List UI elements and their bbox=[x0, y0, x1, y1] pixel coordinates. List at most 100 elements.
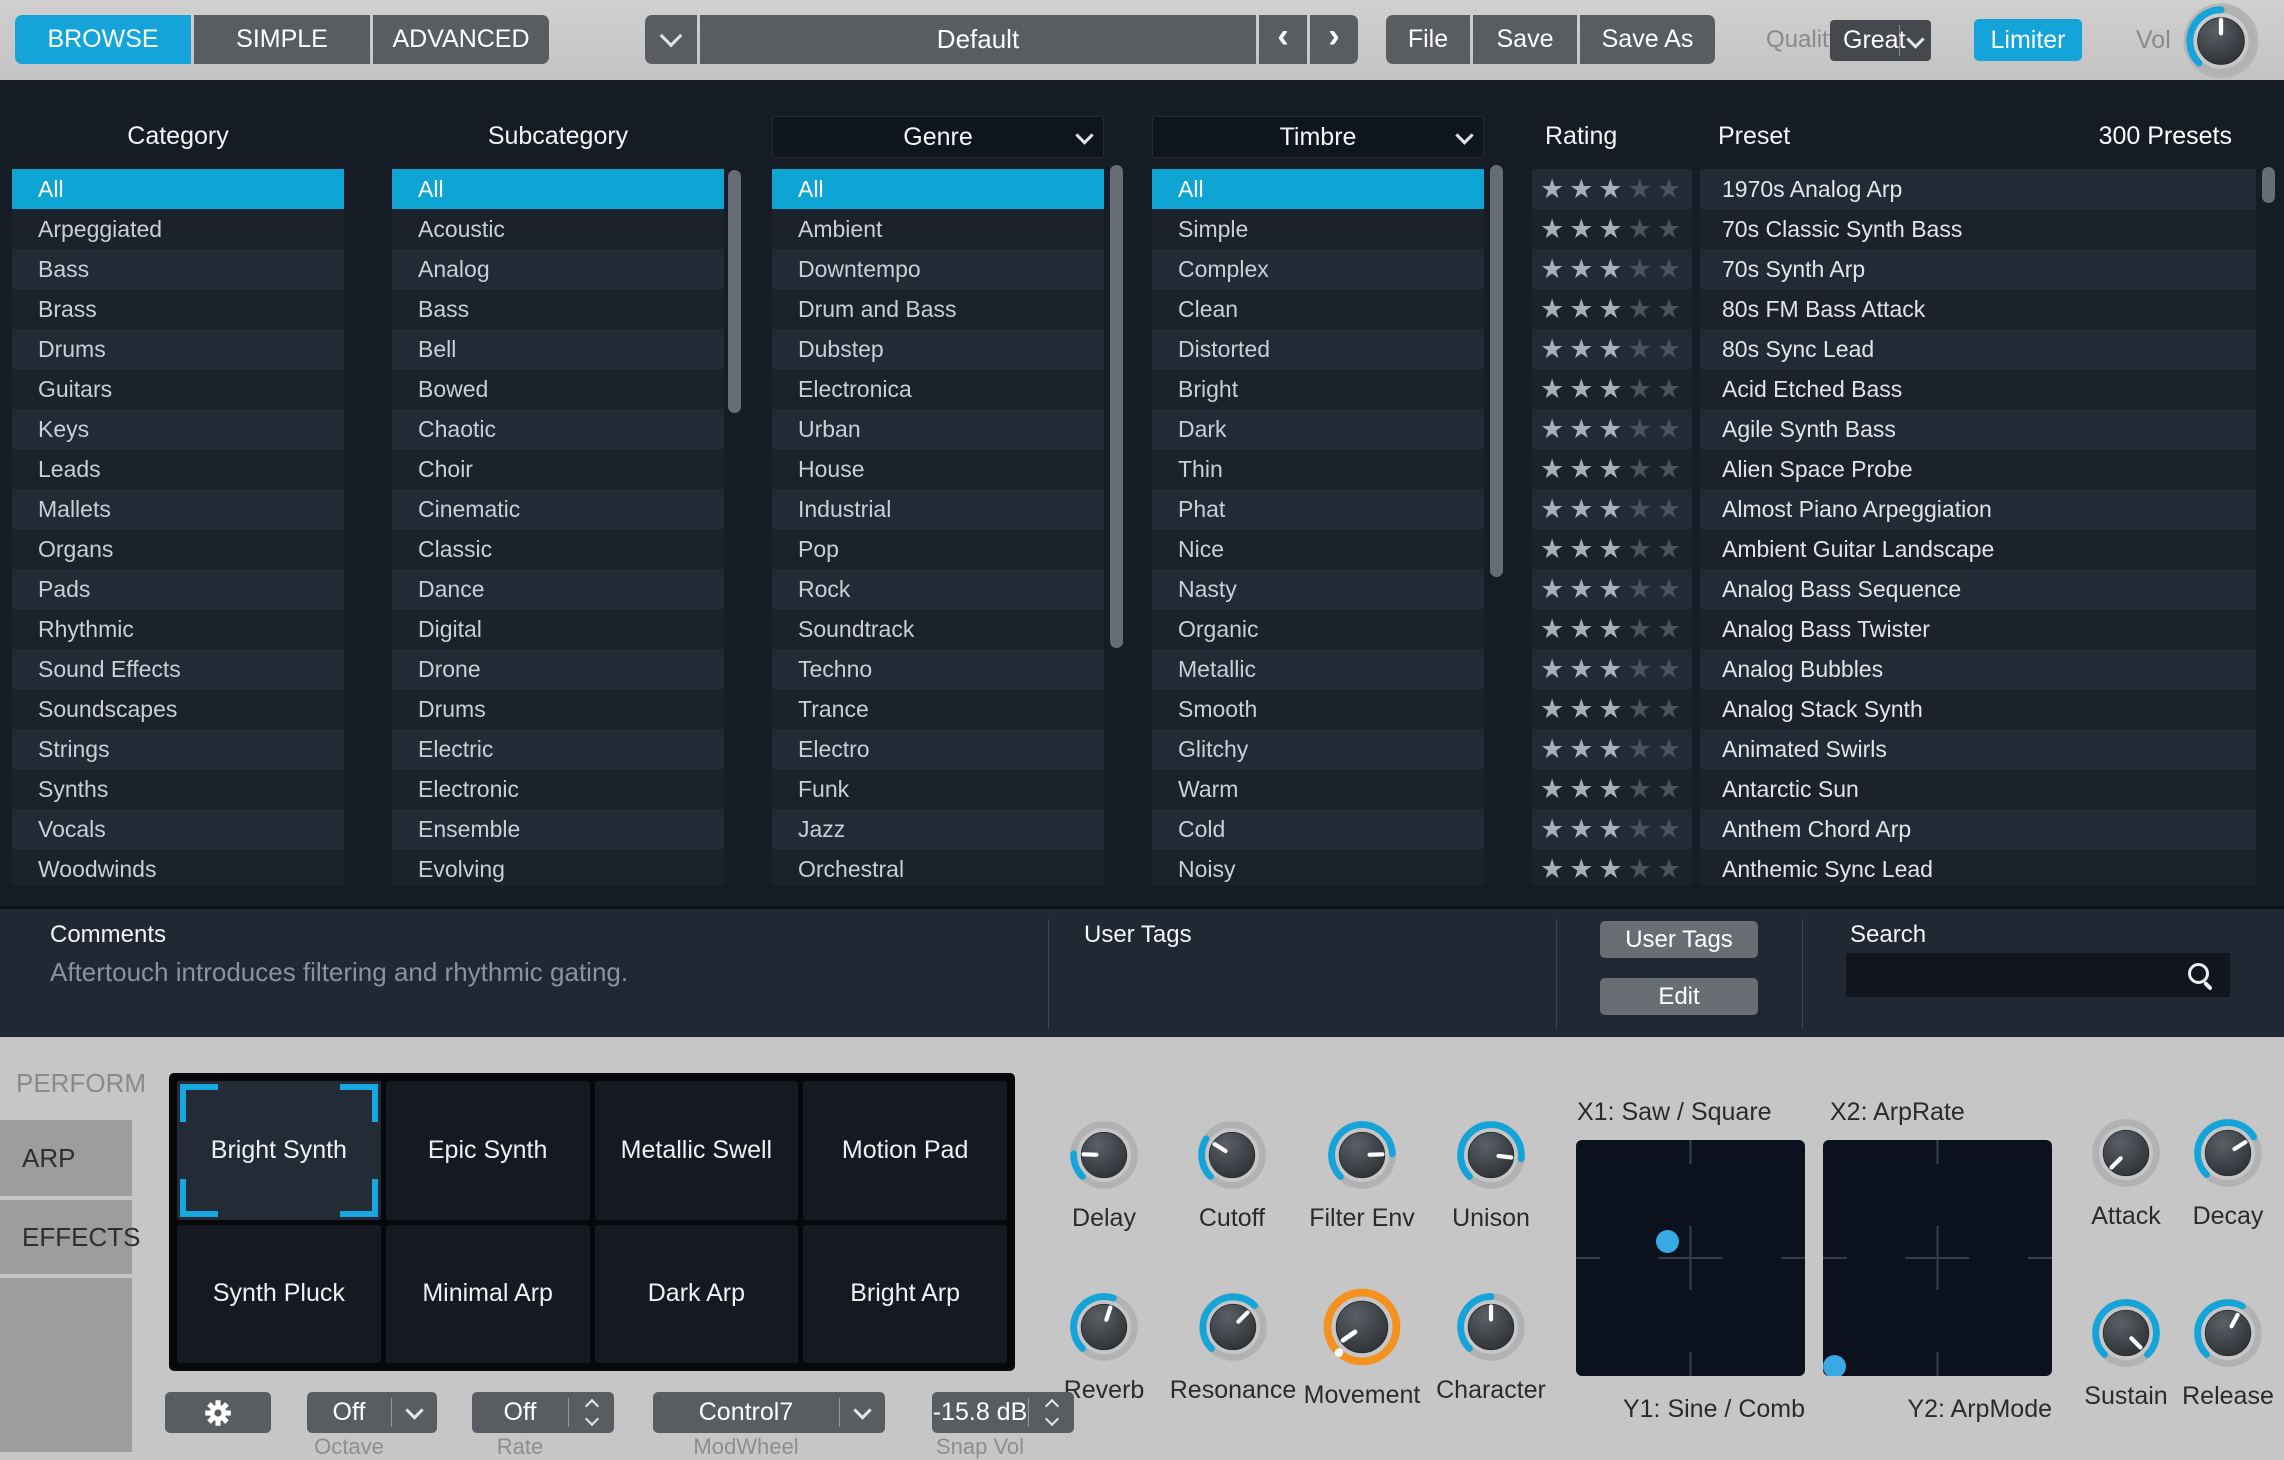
preset-item-agile-synth-bass[interactable]: Agile Synth Bass bbox=[1700, 409, 2256, 449]
genre-item-electronica[interactable]: Electronica bbox=[772, 369, 1104, 409]
timbre-dropdown-header[interactable]: Timbre bbox=[1152, 116, 1484, 158]
rating-stars-anthem-chord-arp[interactable]: ★★★★★ bbox=[1532, 809, 1692, 849]
rating-stars-80s-fm-bass-attack[interactable]: ★★★★★ bbox=[1532, 289, 1692, 329]
genre-scrollbar-thumb[interactable] bbox=[1110, 165, 1123, 648]
file-button[interactable]: File bbox=[1386, 15, 1470, 64]
genre-item-pop[interactable]: Pop bbox=[772, 529, 1104, 569]
rating-stars-1970s-analog-arp[interactable]: ★★★★★ bbox=[1532, 169, 1692, 209]
rating-stars-analog-bubbles[interactable]: ★★★★★ bbox=[1532, 649, 1692, 689]
genre-item-urban[interactable]: Urban bbox=[772, 409, 1104, 449]
reverb-knob[interactable] bbox=[1066, 1289, 1142, 1370]
tab-perform[interactable]: PERFORM bbox=[16, 1068, 146, 1099]
search-input[interactable] bbox=[1846, 953, 2230, 997]
genre-item-all[interactable]: All bbox=[772, 169, 1104, 209]
preset-item-analog-bass-twister[interactable]: Analog Bass Twister bbox=[1700, 609, 2256, 649]
rating-stars-analog-bass-twister[interactable]: ★★★★★ bbox=[1532, 609, 1692, 649]
quality-select[interactable]: Great bbox=[1830, 20, 1931, 61]
save-button[interactable]: Save bbox=[1473, 15, 1577, 64]
category-item-leads[interactable]: Leads bbox=[12, 449, 344, 489]
genre-dropdown-header[interactable]: Genre bbox=[772, 116, 1104, 158]
sustain-knob[interactable] bbox=[2088, 1295, 2164, 1376]
timbre-item-thin[interactable]: Thin bbox=[1152, 449, 1484, 489]
genre-item-funk[interactable]: Funk bbox=[772, 769, 1104, 809]
snapvol-stepper[interactable]: -15.8 dB bbox=[932, 1392, 1074, 1433]
preset-item-70s-synth-arp[interactable]: 70s Synth Arp bbox=[1700, 249, 2256, 289]
tab-browse[interactable]: BROWSE bbox=[15, 15, 191, 64]
subcategory-item-analog[interactable]: Analog bbox=[392, 249, 724, 289]
preset-item-80s-fm-bass-attack[interactable]: 80s FM Bass Attack bbox=[1700, 289, 2256, 329]
category-item-brass[interactable]: Brass bbox=[12, 289, 344, 329]
subcategory-item-chaotic[interactable]: Chaotic bbox=[392, 409, 724, 449]
pad-motion-pad[interactable]: Motion Pad bbox=[803, 1081, 1007, 1220]
preset-item-antarctic-sun[interactable]: Antarctic Sun bbox=[1700, 769, 2256, 809]
genre-item-soundtrack[interactable]: Soundtrack bbox=[772, 609, 1104, 649]
rating-stars-analog-bass-sequence[interactable]: ★★★★★ bbox=[1532, 569, 1692, 609]
subcategory-item-drone[interactable]: Drone bbox=[392, 649, 724, 689]
limiter-button[interactable]: Limiter bbox=[1974, 19, 2082, 61]
category-item-drums[interactable]: Drums bbox=[12, 329, 344, 369]
subcategory-item-classic[interactable]: Classic bbox=[392, 529, 724, 569]
timbre-item-simple[interactable]: Simple bbox=[1152, 209, 1484, 249]
preset-item-ambient-guitar-landscape[interactable]: Ambient Guitar Landscape bbox=[1700, 529, 2256, 569]
tab-effects[interactable]: EFFECTS bbox=[0, 1200, 132, 1274]
rating-stars-ambient-guitar-landscape[interactable]: ★★★★★ bbox=[1532, 529, 1692, 569]
genre-item-orchestral[interactable]: Orchestral bbox=[772, 849, 1104, 886]
subcategory-item-bass[interactable]: Bass bbox=[392, 289, 724, 329]
tab-simple[interactable]: SIMPLE bbox=[194, 15, 370, 64]
pad-minimal-arp[interactable]: Minimal Arp bbox=[386, 1225, 590, 1364]
tab-advanced[interactable]: ADVANCED bbox=[373, 15, 549, 64]
category-item-rhythmic[interactable]: Rhythmic bbox=[12, 609, 344, 649]
timbre-scrollbar-thumb[interactable] bbox=[1490, 165, 1503, 577]
release-knob[interactable] bbox=[2190, 1295, 2266, 1376]
rating-stars-alien-space-probe[interactable]: ★★★★★ bbox=[1532, 449, 1692, 489]
preset-next-button[interactable]: › bbox=[1310, 15, 1358, 64]
octave-select[interactable]: Off bbox=[307, 1392, 437, 1433]
stepper-down-icon[interactable] bbox=[1044, 1412, 1058, 1426]
timbre-item-nice[interactable]: Nice bbox=[1152, 529, 1484, 569]
subcategory-item-ensemble[interactable]: Ensemble bbox=[392, 809, 724, 849]
timbre-item-bright[interactable]: Bright bbox=[1152, 369, 1484, 409]
genre-item-dubstep[interactable]: Dubstep bbox=[772, 329, 1104, 369]
timbre-item-metallic[interactable]: Metallic bbox=[1152, 649, 1484, 689]
genre-item-downtempo[interactable]: Downtempo bbox=[772, 249, 1104, 289]
timbre-item-organic[interactable]: Organic bbox=[1152, 609, 1484, 649]
rate-stepper[interactable]: Off bbox=[472, 1392, 614, 1433]
preset-item-1970s-analog-arp[interactable]: 1970s Analog Arp bbox=[1700, 169, 2256, 209]
category-item-vocals[interactable]: Vocals bbox=[12, 809, 344, 849]
edit-button[interactable]: Edit bbox=[1600, 978, 1758, 1015]
pad-dark-arp[interactable]: Dark Arp bbox=[595, 1225, 799, 1364]
modwheel-select[interactable]: Control7 bbox=[653, 1392, 885, 1433]
filter-env-knob[interactable] bbox=[1324, 1117, 1400, 1198]
category-item-sound-effects[interactable]: Sound Effects bbox=[12, 649, 344, 689]
preset-item-70s-classic-synth-bass[interactable]: 70s Classic Synth Bass bbox=[1700, 209, 2256, 249]
pad-metallic-swell[interactable]: Metallic Swell bbox=[595, 1081, 799, 1220]
category-item-organs[interactable]: Organs bbox=[12, 529, 344, 569]
rating-stars-animated-swirls[interactable]: ★★★★★ bbox=[1532, 729, 1692, 769]
timbre-item-all[interactable]: All bbox=[1152, 169, 1484, 209]
timbre-item-noisy[interactable]: Noisy bbox=[1152, 849, 1484, 886]
preset-item-analog-stack-synth[interactable]: Analog Stack Synth bbox=[1700, 689, 2256, 729]
xy-dot-1[interactable] bbox=[1656, 1230, 1679, 1253]
genre-item-rock[interactable]: Rock bbox=[772, 569, 1104, 609]
category-item-bass[interactable]: Bass bbox=[12, 249, 344, 289]
category-item-soundscapes[interactable]: Soundscapes bbox=[12, 689, 344, 729]
preset-item-almost-piano-arpeggiation[interactable]: Almost Piano Arpeggiation bbox=[1700, 489, 2256, 529]
tab-arp[interactable]: ARP bbox=[0, 1120, 132, 1196]
category-item-guitars[interactable]: Guitars bbox=[12, 369, 344, 409]
timbre-item-distorted[interactable]: Distorted bbox=[1152, 329, 1484, 369]
category-item-mallets[interactable]: Mallets bbox=[12, 489, 344, 529]
timbre-item-cold[interactable]: Cold bbox=[1152, 809, 1484, 849]
cutoff-knob[interactable] bbox=[1194, 1117, 1270, 1198]
movement-knob[interactable] bbox=[1319, 1284, 1405, 1375]
user-tags-button[interactable]: User Tags bbox=[1600, 921, 1758, 958]
rating-stars-80s-sync-lead[interactable]: ★★★★★ bbox=[1532, 329, 1692, 369]
preset-prev-button[interactable]: ‹ bbox=[1259, 15, 1307, 64]
timbre-item-complex[interactable]: Complex bbox=[1152, 249, 1484, 289]
resonance-knob[interactable] bbox=[1195, 1289, 1271, 1370]
subcategory-item-bowed[interactable]: Bowed bbox=[392, 369, 724, 409]
timbre-item-nasty[interactable]: Nasty bbox=[1152, 569, 1484, 609]
category-item-synths[interactable]: Synths bbox=[12, 769, 344, 809]
rating-stars-almost-piano-arpeggiation[interactable]: ★★★★★ bbox=[1532, 489, 1692, 529]
rating-stars-antarctic-sun[interactable]: ★★★★★ bbox=[1532, 769, 1692, 809]
preset-item-alien-space-probe[interactable]: Alien Space Probe bbox=[1700, 449, 2256, 489]
